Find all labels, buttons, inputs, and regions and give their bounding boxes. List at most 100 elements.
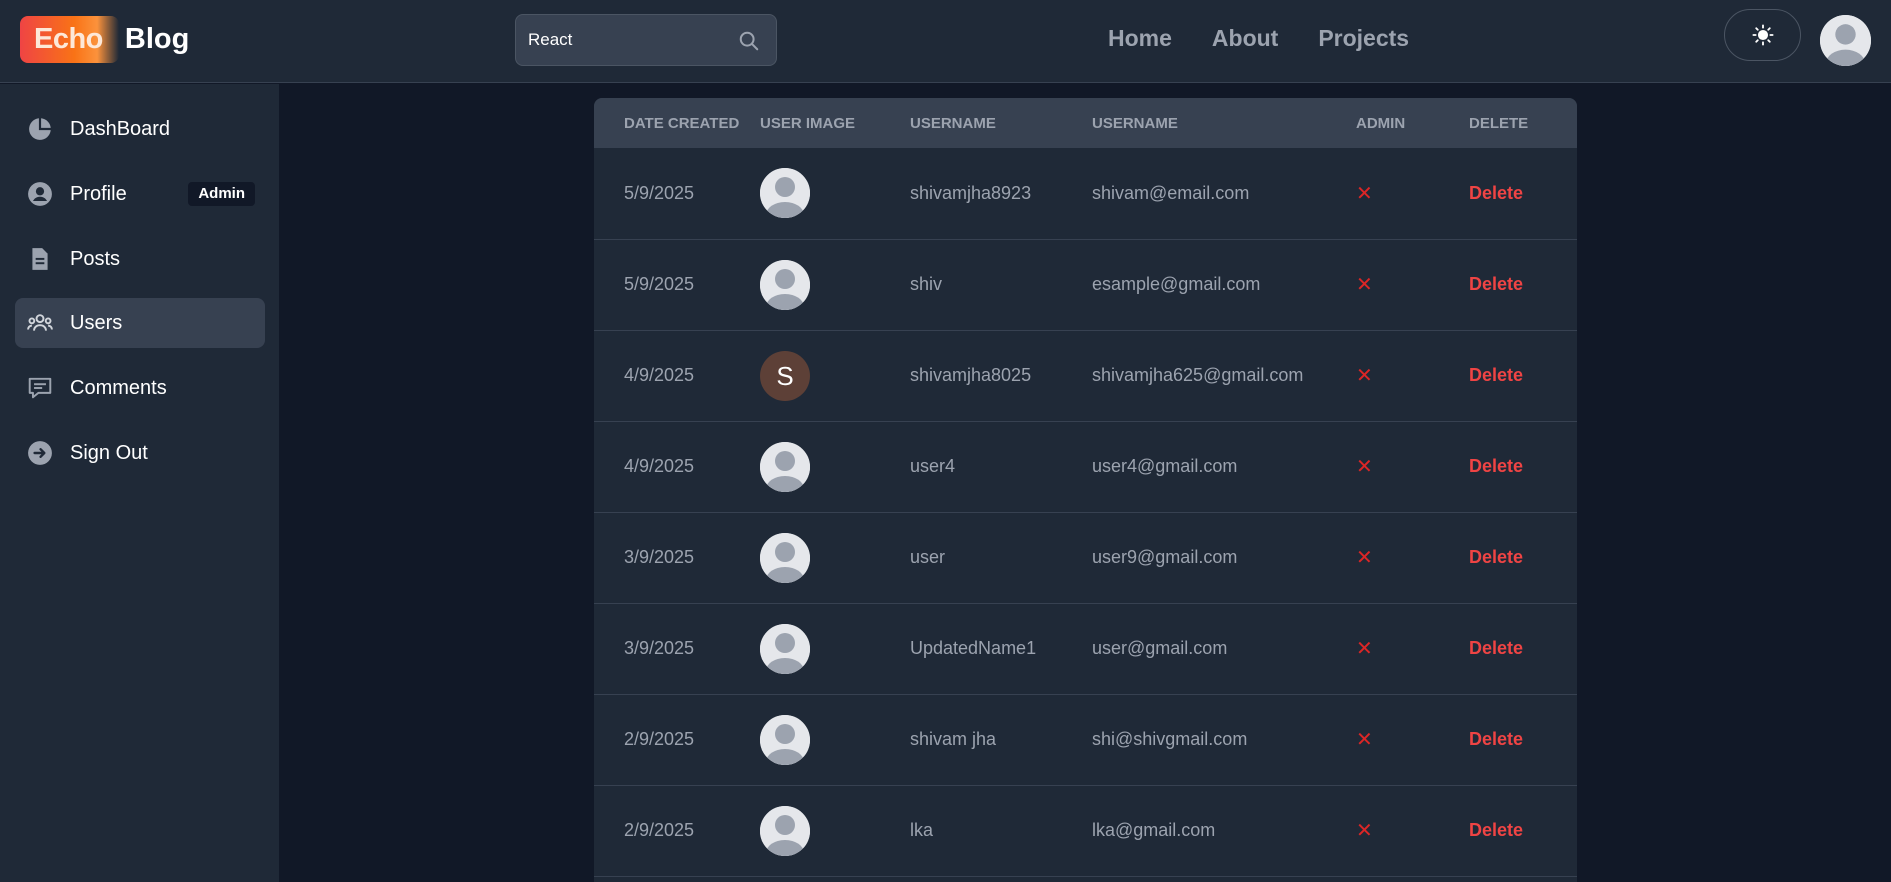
- date-created-cell: 2/9/2025: [624, 820, 695, 840]
- close-icon: ✕: [1356, 365, 1373, 387]
- admin-cell: ✕: [1356, 694, 1469, 785]
- table-row: 2/9/2025 lka lka@gmail.com ✕ Delete: [594, 785, 1577, 876]
- nav-link-about[interactable]: About: [1212, 25, 1278, 52]
- user-image: [760, 259, 810, 310]
- date-created-cell: 3/9/2025: [624, 547, 695, 567]
- theme-toggle-button[interactable]: [1724, 9, 1801, 61]
- date-created-cell: 5/9/2025: [624, 274, 695, 294]
- table-row: 5/9/2025 shiv esample@gmail.com ✕ Delete: [594, 239, 1577, 330]
- delete-button[interactable]: Delete: [1469, 547, 1523, 567]
- close-icon: ✕: [1356, 456, 1373, 478]
- column-header-admin: Admin: [1356, 114, 1406, 132]
- delete-cell: Delete: [1469, 421, 1577, 512]
- users-table: Date Created User Image Username Usernam…: [594, 98, 1577, 877]
- default-avatar-icon: [760, 259, 810, 310]
- username-cell: user: [910, 547, 946, 567]
- sidebar-item-profile[interactable]: Profile Admin: [15, 169, 265, 219]
- sidebar-item-dashboard[interactable]: DashBoard: [15, 104, 265, 154]
- arrow-right-circle-icon: [28, 441, 52, 465]
- delete-button[interactable]: Delete: [1469, 365, 1523, 385]
- username-cell: lka: [910, 820, 934, 840]
- user-image-cell: [760, 421, 910, 512]
- sidebar-item-label: Users: [70, 312, 123, 334]
- delete-button[interactable]: Delete: [1469, 820, 1523, 840]
- delete-button[interactable]: Delete: [1469, 274, 1523, 294]
- close-icon: ✕: [1356, 638, 1373, 660]
- sidebar-item-label: Posts: [70, 248, 121, 270]
- column-header-email: Username: [1092, 114, 1178, 132]
- default-avatar-icon: [760, 441, 810, 492]
- delete-button[interactable]: Delete: [1469, 638, 1523, 658]
- user-image-cell: [760, 785, 910, 876]
- search-input[interactable]: [528, 15, 728, 65]
- user-image-cell: S: [760, 330, 910, 421]
- user-image-cell: [760, 603, 910, 694]
- default-avatar-icon: [760, 714, 810, 765]
- user-image-cell: [760, 512, 910, 603]
- users-table-panel: Date Created User Image Username Usernam…: [594, 98, 1577, 882]
- user-image: [760, 714, 810, 765]
- sidebar-item-label: Profile: [70, 183, 127, 205]
- user-avatar[interactable]: [1820, 15, 1871, 66]
- search-box: [515, 14, 777, 66]
- email-cell: user4@gmail.com: [1092, 456, 1238, 476]
- username-cell: user4: [910, 456, 956, 476]
- username-cell: shivamjha8025: [910, 365, 1032, 385]
- delete-button[interactable]: Delete: [1469, 729, 1523, 749]
- users-group-icon: [27, 314, 53, 331]
- table-row: 4/9/2025 Sshivamjha8025 shivamjha625@gmail…: [594, 330, 1577, 421]
- date-created-cell: 5/9/2025: [624, 182, 695, 203]
- delete-button[interactable]: Delete: [1469, 183, 1523, 203]
- sidebar-item-posts[interactable]: Posts: [15, 234, 265, 284]
- close-icon: ✕: [1356, 820, 1373, 842]
- date-created-cell: 4/9/2025: [624, 365, 695, 385]
- sun-icon: [1751, 24, 1774, 46]
- close-icon: ✕: [1356, 547, 1373, 569]
- user-image: S: [760, 350, 810, 401]
- sidebar-item-label: DashBoard: [70, 118, 171, 140]
- admin-cell: ✕: [1356, 603, 1469, 694]
- sidebar-item-signout[interactable]: Sign Out: [15, 428, 265, 478]
- admin-cell: ✕: [1356, 512, 1469, 603]
- table-row: 4/9/2025 user4 user4@gmail.com ✕ Delete: [594, 421, 1577, 512]
- admin-cell: ✕: [1356, 421, 1469, 512]
- email-cell: shivamjha625@gmail.com: [1092, 365, 1304, 385]
- sidebar-item-comments[interactable]: Comments: [15, 363, 265, 413]
- user-image: [760, 805, 810, 856]
- nav-link-home[interactable]: Home: [1108, 25, 1172, 52]
- sidebar: DashBoard Profile Admin Posts Users Comm…: [0, 84, 279, 882]
- delete-cell: Delete: [1469, 512, 1577, 603]
- document-icon: [32, 248, 48, 270]
- close-icon: ✕: [1356, 729, 1373, 751]
- nav-link-projects[interactable]: Projects: [1318, 25, 1409, 52]
- email-cell: lka@gmail.com: [1092, 820, 1216, 840]
- date-created-cell: 2/9/2025: [624, 729, 695, 749]
- brand-echo: Echo: [20, 16, 119, 63]
- delete-cell: Delete: [1469, 603, 1577, 694]
- brand-logo[interactable]: Echo Blog: [20, 16, 189, 63]
- sidebar-item-users[interactable]: Users: [15, 298, 265, 348]
- default-avatar-icon: [760, 805, 810, 856]
- user-image: [760, 532, 810, 583]
- default-avatar-icon: [760, 532, 810, 583]
- user-image-cell: [760, 694, 910, 785]
- username-cell: shivam jha: [910, 729, 997, 749]
- delete-cell: Delete: [1469, 330, 1577, 421]
- admin-cell: ✕: [1356, 330, 1469, 421]
- admin-cell: ✕: [1356, 785, 1469, 876]
- sidebar-item-label: Comments: [70, 377, 167, 399]
- admin-cell: ✕: [1356, 148, 1469, 239]
- search-icon[interactable]: [738, 30, 760, 52]
- close-icon: ✕: [1356, 274, 1373, 296]
- table-row: 5/9/2025 shivamjha8923 shivam@email.com ✕ De…: [594, 148, 1577, 239]
- column-header-username: Username: [910, 114, 996, 132]
- email-cell: user@gmail.com: [1092, 638, 1228, 658]
- user-avatar-icon: [1820, 15, 1871, 66]
- pie-chart-icon: [29, 118, 51, 140]
- email-cell: shi@shivgmail.com: [1092, 729, 1248, 749]
- delete-button[interactable]: Delete: [1469, 456, 1523, 476]
- column-header-date-created: Date Created: [624, 114, 740, 132]
- date-created-cell: 3/9/2025: [624, 638, 695, 658]
- table-row: 2/9/2025 shivam jha shi@shivgmail.com ✕ Dele…: [594, 694, 1577, 785]
- column-header-delete: Delete: [1469, 114, 1529, 132]
